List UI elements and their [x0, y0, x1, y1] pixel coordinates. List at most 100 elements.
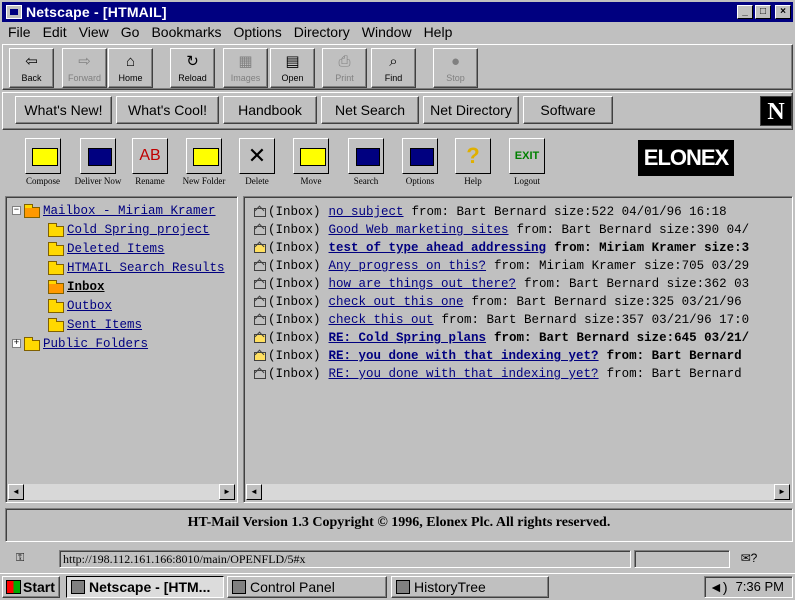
message-subject-link[interactable]: check this out — [329, 313, 434, 327]
folder-label[interactable]: Mailbox - Miriam Kramer — [43, 204, 216, 218]
directory-button-net-directory[interactable]: Net Directory — [423, 96, 519, 124]
message-list: (Inbox) no subject from: Bart Bernard size… — [254, 203, 749, 383]
reload-button[interactable]: ↻ Reload — [170, 48, 215, 88]
message-subject-link[interactable]: no subject — [329, 205, 404, 219]
directory-button-net-search[interactable]: Net Search — [321, 96, 419, 124]
read-envelope-icon — [254, 279, 266, 289]
move-button[interactable]: Move — [284, 138, 338, 190]
message-row[interactable]: (Inbox) check this out from: Bart Bernard … — [254, 311, 749, 329]
message-row[interactable]: (Inbox) check out this one from: Bart Bern… — [254, 293, 749, 311]
directory-button-what-s-new[interactable]: What's New! — [15, 96, 112, 124]
folder-label[interactable]: Sent Items — [67, 318, 142, 332]
help-button[interactable]: ? Help — [446, 138, 500, 190]
message-row[interactable]: (Inbox) test of type ahead addressing from… — [254, 239, 749, 257]
read-envelope-icon — [254, 225, 266, 235]
message-subject-link[interactable]: RE: you done with that indexing yet? — [329, 349, 599, 363]
find-button[interactable]: ⌕ Find — [371, 48, 416, 88]
directory-button-software[interactable]: Software — [523, 96, 613, 124]
scroll-left-icon[interactable]: ◄ — [246, 484, 262, 500]
folder-pane: − Mailbox - Miriam Kramer Cold Spring proj… — [5, 196, 238, 503]
open-button[interactable]: ▤ Open — [270, 48, 315, 88]
message-subject-link[interactable]: test of type ahead addressing — [329, 241, 547, 255]
message-row[interactable]: (Inbox) Good Web marketing sites from: Bar… — [254, 221, 749, 239]
folder-label[interactable]: Inbox — [67, 280, 105, 294]
message-row[interactable]: (Inbox) RE: you done with that indexing y… — [254, 365, 749, 383]
taskbar-button[interactable]: HistoryTree — [391, 576, 549, 598]
menu-directory[interactable]: Directory — [288, 24, 356, 40]
open-icon: ▤ — [285, 53, 300, 70]
message-subject-link[interactable]: RE: you done with that indexing yet? — [329, 367, 599, 381]
message-row[interactable]: (Inbox) Any progress on this? from: Miriam… — [254, 257, 749, 275]
menu-go[interactable]: Go — [115, 24, 146, 40]
folder-label[interactable]: Cold Spring project — [67, 223, 210, 237]
scroll-right-icon[interactable]: ► — [219, 484, 235, 500]
collapse-icon[interactable]: − — [12, 206, 21, 215]
netscape-window-icon[interactable] — [6, 5, 22, 19]
message-subject-link[interactable]: RE: Cold Spring plans — [329, 331, 487, 345]
status-progress-field — [634, 550, 730, 568]
menu-edit[interactable]: Edit — [37, 24, 73, 40]
search-button[interactable]: Search — [339, 138, 393, 190]
folder-pane-scrollbar[interactable]: ◄ ► — [8, 484, 235, 500]
minimize-button[interactable]: _ — [737, 5, 753, 19]
forward-button[interactable]: ⇨ Forward — [62, 48, 107, 88]
task-app-icon — [232, 580, 246, 594]
expand-icon[interactable]: + — [12, 339, 21, 348]
message-subject-link[interactable]: check out this one — [329, 295, 464, 309]
folder-icon — [24, 337, 40, 351]
options-icon — [402, 138, 438, 174]
message-row[interactable]: (Inbox) RE: Cold Spring plans from: Bart B… — [254, 329, 749, 347]
menu-options[interactable]: Options — [228, 24, 288, 40]
directory-button-what-s-cool[interactable]: What's Cool! — [116, 96, 219, 124]
print-button[interactable]: ⎙ Print — [322, 48, 367, 88]
folder-label[interactable]: Deleted Items — [67, 242, 165, 256]
scroll-right-icon[interactable]: ► — [774, 484, 790, 500]
stop-button[interactable]: ● Stop — [433, 48, 478, 88]
reload-icon: ↻ — [186, 53, 199, 70]
new-folder-icon — [186, 138, 222, 174]
taskbar-button[interactable]: Netscape - [HTM... — [66, 576, 224, 598]
new-folder-button[interactable]: New Folder — [177, 138, 231, 190]
folder-label[interactable]: Public Folders — [43, 337, 148, 351]
new-folder-label: New Folder — [182, 176, 226, 186]
start-button[interactable]: Start — [2, 576, 60, 598]
speaker-icon[interactable]: ◄) — [709, 577, 728, 597]
message-meta: from: Bart Bernard — [606, 367, 742, 381]
message-folder: (Inbox) — [268, 331, 321, 345]
close-button[interactable]: × — [775, 5, 791, 19]
menu-bookmarks[interactable]: Bookmarks — [145, 24, 227, 40]
delete-button[interactable]: ✕ Delete — [230, 138, 284, 190]
logout-button[interactable]: EXIT Logout — [500, 138, 554, 190]
message-row[interactable]: (Inbox) how are things out there? from: Ba… — [254, 275, 749, 293]
images-button[interactable]: ▦ Images — [223, 48, 268, 88]
scroll-left-icon[interactable]: ◄ — [8, 484, 24, 500]
home-button[interactable]: ⌂ Home — [108, 48, 153, 88]
back-label: Back — [21, 73, 42, 83]
message-pane-scrollbar[interactable]: ◄ ► — [246, 484, 790, 500]
print-icon: ⎙ — [338, 53, 351, 70]
mail-status-icon[interactable]: ✉? — [734, 550, 764, 568]
message-row[interactable]: (Inbox) RE: you done with that indexing y… — [254, 347, 749, 365]
maximize-button[interactable]: □ — [755, 5, 771, 19]
taskbar-button[interactable]: Control Panel — [227, 576, 387, 598]
logout-label: Logout — [514, 176, 540, 186]
message-subject-link[interactable]: Good Web marketing sites — [329, 223, 509, 237]
folder-label[interactable]: HTMAIL Search Results — [67, 261, 225, 275]
compose-button[interactable]: Compose — [16, 138, 70, 190]
menu-view[interactable]: View — [73, 24, 115, 40]
rename-button[interactable]: AB Rename — [123, 138, 177, 190]
menu-file[interactable]: File — [2, 24, 37, 40]
message-row[interactable]: (Inbox) no subject from: Bart Bernard size… — [254, 203, 749, 221]
message-subject-link[interactable]: how are things out there? — [329, 277, 517, 291]
options-button[interactable]: Options — [393, 138, 447, 190]
message-subject-link[interactable]: Any progress on this? — [329, 259, 487, 273]
menu-window[interactable]: Window — [356, 24, 418, 40]
deliver-now-button[interactable]: Deliver Now — [71, 138, 125, 190]
directory-button-handbook[interactable]: Handbook — [223, 96, 317, 124]
message-list-view: (Inbox) no subject from: Bart Bernard size… — [246, 199, 790, 484]
menu-help[interactable]: Help — [418, 24, 459, 40]
back-button[interactable]: ⇦ Back — [9, 48, 54, 88]
folder-label[interactable]: Outbox — [67, 299, 112, 313]
help-label: Help — [464, 176, 482, 186]
task-app-icon — [396, 580, 410, 594]
